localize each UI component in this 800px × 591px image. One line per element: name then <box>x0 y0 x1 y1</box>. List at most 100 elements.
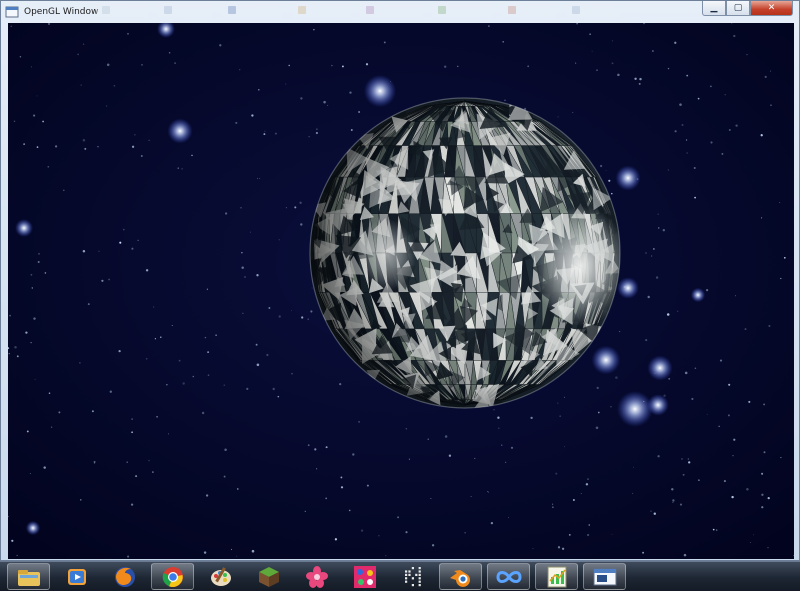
star <box>721 152 724 155</box>
close-button[interactable]: ✕ <box>750 1 793 16</box>
title-bar[interactable]: OpenGL Window ▁ ▢ ✕ <box>1 1 799 23</box>
taskbar-item-media-player[interactable] <box>55 563 98 590</box>
star <box>93 460 96 463</box>
star <box>761 217 763 219</box>
taskbar-item-dotmatrix-app[interactable] <box>391 563 434 590</box>
star <box>671 488 674 491</box>
star <box>572 499 575 501</box>
star <box>350 129 353 131</box>
bright-star <box>615 165 641 191</box>
taskbar-item-paint[interactable] <box>199 563 242 590</box>
background-tab <box>292 3 350 17</box>
star <box>141 64 143 66</box>
star <box>595 426 599 430</box>
star <box>735 124 738 127</box>
star <box>488 491 490 493</box>
star <box>658 227 660 229</box>
star <box>38 252 40 255</box>
star <box>667 169 670 171</box>
star <box>608 179 611 182</box>
star <box>706 413 708 415</box>
star <box>11 539 14 542</box>
star <box>44 272 47 274</box>
star <box>256 363 260 367</box>
star <box>611 533 613 535</box>
star <box>207 374 210 377</box>
star <box>223 384 226 387</box>
star <box>145 358 148 360</box>
star <box>37 260 40 264</box>
taskbar-item-opengl-window[interactable] <box>583 563 626 590</box>
taskbar-item-minecraft[interactable] <box>247 563 290 590</box>
taskbar-item-blender[interactable] <box>439 563 482 590</box>
taskbar-item-infinity-app[interactable] <box>487 563 530 590</box>
paint-icon <box>210 566 231 586</box>
star <box>780 277 782 280</box>
star <box>300 97 303 100</box>
star <box>684 371 688 375</box>
star <box>686 74 689 77</box>
star <box>493 409 495 411</box>
star <box>316 468 318 470</box>
star <box>299 201 302 204</box>
star <box>241 252 243 254</box>
star <box>118 349 121 353</box>
star <box>48 392 51 394</box>
star <box>617 73 620 77</box>
star <box>80 499 82 501</box>
bright-star <box>647 394 669 416</box>
star <box>497 416 500 419</box>
star <box>31 287 34 289</box>
star <box>349 91 352 94</box>
star <box>686 152 688 154</box>
bright-star <box>690 287 706 303</box>
star <box>358 111 361 113</box>
star <box>127 32 129 35</box>
taskbar-item-file-explorer[interactable] <box>7 563 50 590</box>
star <box>527 65 530 68</box>
taskbar-item-puzzle-app[interactable] <box>343 563 386 590</box>
star <box>365 63 369 66</box>
bright-star <box>25 520 41 536</box>
star <box>235 121 238 124</box>
star <box>310 310 313 313</box>
star <box>34 378 36 380</box>
star <box>397 516 400 519</box>
star <box>552 503 554 505</box>
star <box>767 547 769 549</box>
star <box>109 390 113 393</box>
star <box>645 252 647 254</box>
star <box>586 533 590 537</box>
taskbar-item-notepad-chart[interactable] <box>535 563 578 590</box>
star <box>106 63 110 67</box>
star <box>691 397 694 401</box>
star <box>710 85 712 88</box>
taskbar-item-chrome[interactable] <box>151 563 194 590</box>
star <box>256 274 259 277</box>
taskbar-item-firefox[interactable] <box>103 563 146 590</box>
star <box>674 130 677 133</box>
star <box>502 41 504 43</box>
minimize-button[interactable]: ▁ <box>702 1 726 16</box>
star <box>366 484 369 487</box>
star <box>672 499 675 502</box>
maximize-button[interactable]: ▢ <box>726 1 750 16</box>
star <box>241 266 244 269</box>
star <box>278 239 280 241</box>
background-tab <box>432 3 492 17</box>
star <box>26 430 29 433</box>
opengl-viewport[interactable] <box>8 23 794 559</box>
star <box>674 41 677 44</box>
star <box>731 495 734 499</box>
star <box>130 503 134 506</box>
star <box>285 207 287 209</box>
taskbar-item-flower-app[interactable] <box>295 563 338 590</box>
star <box>87 303 90 306</box>
firefox-icon <box>114 566 135 587</box>
star <box>30 273 33 276</box>
star <box>23 143 25 145</box>
star <box>182 382 185 385</box>
star <box>58 411 61 414</box>
star <box>681 458 683 460</box>
taskbar <box>0 561 800 591</box>
